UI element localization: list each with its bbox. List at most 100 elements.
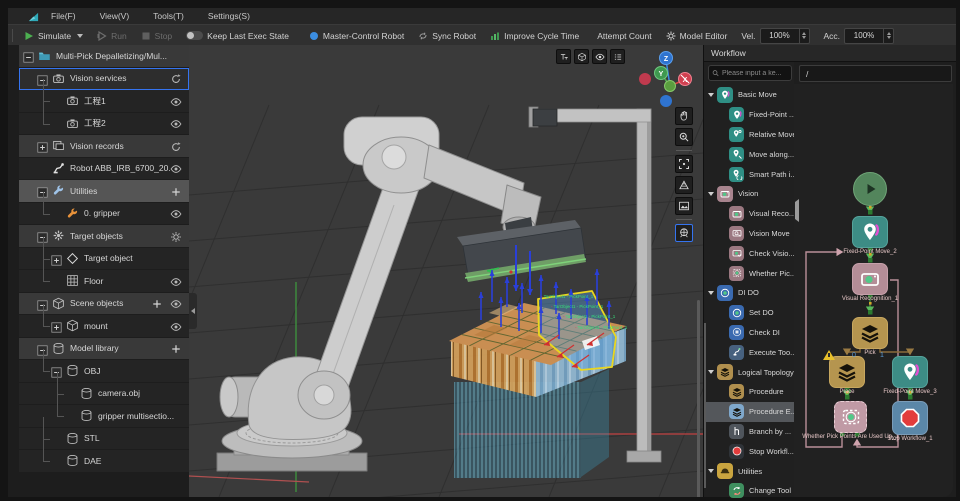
tree-row-obj[interactable]: OBJ xyxy=(19,360,189,383)
node-search-box[interactable] xyxy=(708,65,792,81)
menu-item-view[interactable]: View(V) xyxy=(88,11,142,21)
menu-item-tools[interactable]: Tools(T) xyxy=(141,11,196,21)
text-annotation-button[interactable] xyxy=(556,49,571,64)
graph-node-fixed-point-move-2[interactable] xyxy=(852,216,888,248)
library-item-whether-pic-[interactable]: Whether Pic... xyxy=(704,263,794,283)
keep-last-exec-state-toggle[interactable]: Keep Last Exec State xyxy=(179,31,296,41)
expand-box-icon[interactable] xyxy=(51,253,62,264)
viewport-3d[interactable]: Z Y X - TarObject1 - PickPoint_1- TarObj… xyxy=(189,45,703,497)
library-item-vision-move[interactable]: Vision Move xyxy=(704,224,794,244)
eye-icon[interactable] xyxy=(170,207,182,219)
library-item-execute-too-[interactable]: Execute Too... xyxy=(704,342,794,362)
library-item-branch-by-[interactable]: Branch by ... xyxy=(704,422,794,442)
library-item-check-di[interactable]: Check DI xyxy=(704,323,794,343)
library-group-logical-topology[interactable]: Logical Topology xyxy=(704,362,794,382)
library-group-basic-move[interactable]: Basic Move xyxy=(704,85,794,105)
graph-node-visual-recognition-1[interactable] xyxy=(852,263,888,295)
tree-row-mount[interactable]: mount xyxy=(19,315,189,338)
tree-row-multi-pick-depalletizing[interactable]: Multi-Pick Depalletizing/Mul... xyxy=(19,45,189,68)
chevron-down-icon[interactable] xyxy=(708,93,714,97)
graph-node-start[interactable] xyxy=(853,172,887,206)
vel-spinbox[interactable]: 100% xyxy=(760,28,810,44)
tree-row-dae[interactable]: DAE xyxy=(19,450,189,473)
library-scrollbar[interactable] xyxy=(704,323,706,488)
fit-view-button[interactable] xyxy=(675,155,693,173)
plus-icon[interactable] xyxy=(151,297,163,309)
graph-node-stop-workflow-1[interactable] xyxy=(892,401,928,435)
library-item-fixed-point-[interactable]: Fixed-Point ... xyxy=(704,105,794,125)
chevron-down-icon[interactable] xyxy=(708,370,714,374)
eye-icon[interactable] xyxy=(170,275,182,287)
attempt-count-button[interactable]: Attempt Count xyxy=(590,31,658,41)
plus-icon[interactable] xyxy=(170,185,182,197)
sync-robot-button[interactable]: Sync Robot xyxy=(411,31,483,41)
wireframe-button[interactable] xyxy=(574,49,589,64)
panel-collapse-handle[interactable] xyxy=(795,202,799,220)
gear-icon[interactable] xyxy=(170,230,182,242)
simulate-button[interactable]: Simulate xyxy=(17,31,90,41)
tree-row-robot-abb-irb-6700-20-[interactable]: Robot ABB_IRB_6700_20... xyxy=(19,158,189,181)
library-group-utilities[interactable]: Utilities xyxy=(704,461,794,481)
expand-box-icon[interactable] xyxy=(37,140,48,151)
eye-icon[interactable] xyxy=(170,117,182,129)
chevron-down-icon[interactable] xyxy=(708,291,714,295)
run-button[interactable]: Run xyxy=(90,31,134,41)
master-control-robot-button[interactable]: Master-Control Robot xyxy=(302,31,411,41)
tree-row-vision-records[interactable]: Vision records xyxy=(19,135,189,158)
sidebar-collapse-handle[interactable] xyxy=(189,293,197,329)
library-item-procedure[interactable]: Procedure xyxy=(704,382,794,402)
library-item-smart-path-i-[interactable]: Smart Path i... xyxy=(704,164,794,184)
library-item-check-visio-[interactable]: Check Visio... xyxy=(704,243,794,263)
graph-node-place[interactable] xyxy=(829,356,865,388)
acc-spinbox[interactable]: 100% xyxy=(844,28,894,44)
graph-breadcrumb[interactable]: / xyxy=(799,65,952,82)
library-item-set-do[interactable]: Set DO xyxy=(704,303,794,323)
library-item-relative-move[interactable]: Relative Move xyxy=(704,125,794,145)
library-item-procedure-e-[interactable]: Procedure E... xyxy=(704,402,794,422)
tree-row--2[interactable]: 工程2 xyxy=(19,113,189,136)
zoom-button[interactable] xyxy=(675,128,693,146)
library-group-vision[interactable]: Vision xyxy=(704,184,794,204)
acc-up-button[interactable] xyxy=(887,32,891,35)
tree-row-floor[interactable]: Floor xyxy=(19,270,189,293)
chevron-down-icon[interactable] xyxy=(708,469,714,473)
vel-up-button[interactable] xyxy=(802,32,806,35)
vel-down-button[interactable] xyxy=(802,36,806,39)
simulate-dropdown-caret[interactable] xyxy=(77,34,83,38)
graph-node-pick[interactable] xyxy=(852,317,888,349)
eye-icon[interactable] xyxy=(170,162,182,174)
model-editor-button[interactable]: Model Editor xyxy=(659,31,735,41)
eye-icon[interactable] xyxy=(170,297,182,309)
refresh-icon[interactable] xyxy=(170,140,182,152)
refresh-icon[interactable] xyxy=(170,72,182,84)
plus-icon[interactable] xyxy=(170,342,182,354)
library-item-stop-workfl-[interactable]: Stop Workfl... xyxy=(704,441,794,461)
acc-down-button[interactable] xyxy=(887,36,891,39)
eye-icon[interactable] xyxy=(170,320,182,332)
snapshot-button[interactable] xyxy=(675,197,693,215)
tree-row-0-gripper[interactable]: 0. gripper xyxy=(19,203,189,226)
viewport-scrollbar[interactable] xyxy=(697,300,700,497)
toggle-switch-icon[interactable] xyxy=(186,31,203,40)
graph-node-whether-pick-points-are-used[interactable] xyxy=(834,401,867,433)
visibility-button[interactable] xyxy=(592,49,607,64)
stop-button[interactable]: Stop xyxy=(134,31,180,41)
menu-item-file[interactable]: File(F) xyxy=(39,11,88,21)
pan-button[interactable] xyxy=(675,107,693,125)
workflow-graph-canvas[interactable]: Fixed-Point Move_2Visual Recognition_1Pi… xyxy=(794,84,953,497)
search-input[interactable] xyxy=(722,70,788,77)
expand-box-icon[interactable] xyxy=(51,320,62,331)
collapse-box-icon[interactable] xyxy=(23,50,34,61)
chevron-down-icon[interactable] xyxy=(708,192,714,196)
library-group-di-do[interactable]: DI DO xyxy=(704,283,794,303)
axis-gizmo[interactable]: Z Y X xyxy=(629,50,699,112)
eye-icon[interactable] xyxy=(170,95,182,107)
projection-button[interactable] xyxy=(675,224,693,242)
tree-row-camera-obj[interactable]: camera.obj xyxy=(19,383,189,406)
frustum-view-button[interactable] xyxy=(675,176,693,194)
improve-cycle-time-button[interactable]: Improve Cycle Time xyxy=(483,31,586,41)
menu-item-settings[interactable]: Settings(S) xyxy=(196,11,262,21)
library-item-move-along-[interactable]: Move along... xyxy=(704,144,794,164)
graph-node-fixed-point-move-3[interactable] xyxy=(892,356,928,388)
library-item-visual-reco-[interactable]: Visual Reco... xyxy=(704,204,794,224)
